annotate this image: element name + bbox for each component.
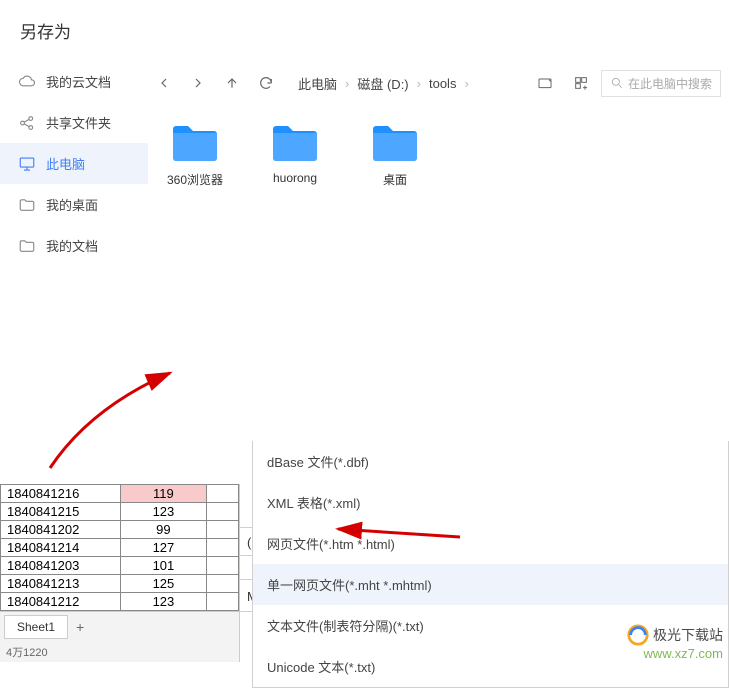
folder-icon <box>18 237 36 255</box>
sidebar-label: 我的文档 <box>46 236 98 255</box>
cloud-icon <box>18 73 36 91</box>
table-row: 1840841215123 <box>1 503 239 521</box>
sheet-tab[interactable]: Sheet1 <box>4 615 68 639</box>
folder-item[interactable]: 桌面 <box>360 123 430 188</box>
forward-button[interactable] <box>182 67 214 99</box>
folder-icon <box>18 196 36 214</box>
folder-icon <box>271 123 319 163</box>
sheet-table: 1840841216119 1840841215123 184084120299… <box>0 484 239 611</box>
nav-bar: 此电脑 › 磁盘 (D:) › tools › 在此 <box>148 61 729 105</box>
table-row: 1840841203101 <box>1 557 239 575</box>
folder-name: 360浏览器 <box>167 171 223 188</box>
table-row: 1840841212123 <box>1 593 239 611</box>
refresh-button[interactable] <box>250 67 282 99</box>
logo-icon <box>627 624 649 646</box>
up-button[interactable] <box>216 67 248 99</box>
table-row: 184084120299 <box>1 521 239 539</box>
sidebar-label: 我的云文档 <box>46 72 111 91</box>
chevron-right-icon: › <box>341 76 353 91</box>
sidebar-label: 此电脑 <box>46 154 85 173</box>
share-icon <box>18 114 36 132</box>
folder-icon <box>171 123 219 163</box>
sidebar-item-desktop[interactable]: 我的桌面 <box>0 184 148 225</box>
status-bar: 4万1220 <box>0 642 239 662</box>
dropdown-item[interactable]: XML 表格(*.xml) <box>253 482 728 523</box>
dropdown-item[interactable]: dBase 文件(*.dbf) <box>253 441 728 482</box>
folder-item[interactable]: 360浏览器 <box>160 123 230 188</box>
table-row: 1840841214127 <box>1 539 239 557</box>
folder-icon <box>371 123 419 163</box>
spreadsheet-preview: 1840841216119 1840841215123 184084120299… <box>0 484 240 662</box>
breadcrumb-part[interactable]: 磁盘 (D:) <box>353 74 412 93</box>
breadcrumb-part[interactable]: 此电脑 <box>294 74 341 93</box>
sidebar-item-shared[interactable]: 共享文件夹 <box>0 102 148 143</box>
table-row: 1840841213125 <box>1 575 239 593</box>
sidebar-item-documents[interactable]: 我的文档 <box>0 225 148 266</box>
new-folder-button[interactable] <box>529 67 561 99</box>
search-input[interactable]: 在此电脑中搜索 <box>601 70 721 97</box>
dropdown-item[interactable]: 单一网页文件(*.mht *.mhtml) <box>253 564 728 605</box>
watermark: 极光下载站 www.xz7.com <box>627 624 723 661</box>
dialog-title: 另存为 <box>0 0 729 61</box>
chevron-right-icon: › <box>413 76 425 91</box>
dropdown-item[interactable]: 网页文件(*.htm *.html) <box>253 523 728 564</box>
breadcrumb[interactable]: 此电脑 › 磁盘 (D:) › tools › <box>284 74 527 93</box>
folder-name: 桌面 <box>383 171 407 188</box>
folder-name: huorong <box>273 171 317 185</box>
view-button[interactable] <box>565 67 597 99</box>
chevron-right-icon: › <box>460 76 472 91</box>
back-button[interactable] <box>148 67 180 99</box>
add-sheet-button[interactable]: + <box>68 615 92 639</box>
table-row: 1840841216119 <box>1 485 239 503</box>
sidebar-label: 共享文件夹 <box>46 113 111 132</box>
folder-item[interactable]: huorong <box>260 123 330 185</box>
sidebar-item-cloud[interactable]: 我的云文档 <box>0 61 148 102</box>
sidebar-label: 我的桌面 <box>46 195 98 214</box>
breadcrumb-part[interactable]: tools <box>425 76 460 91</box>
sidebar-item-computer[interactable]: 此电脑 <box>0 143 148 184</box>
monitor-icon <box>18 155 36 173</box>
search-placeholder: 在此电脑中搜索 <box>628 75 712 92</box>
